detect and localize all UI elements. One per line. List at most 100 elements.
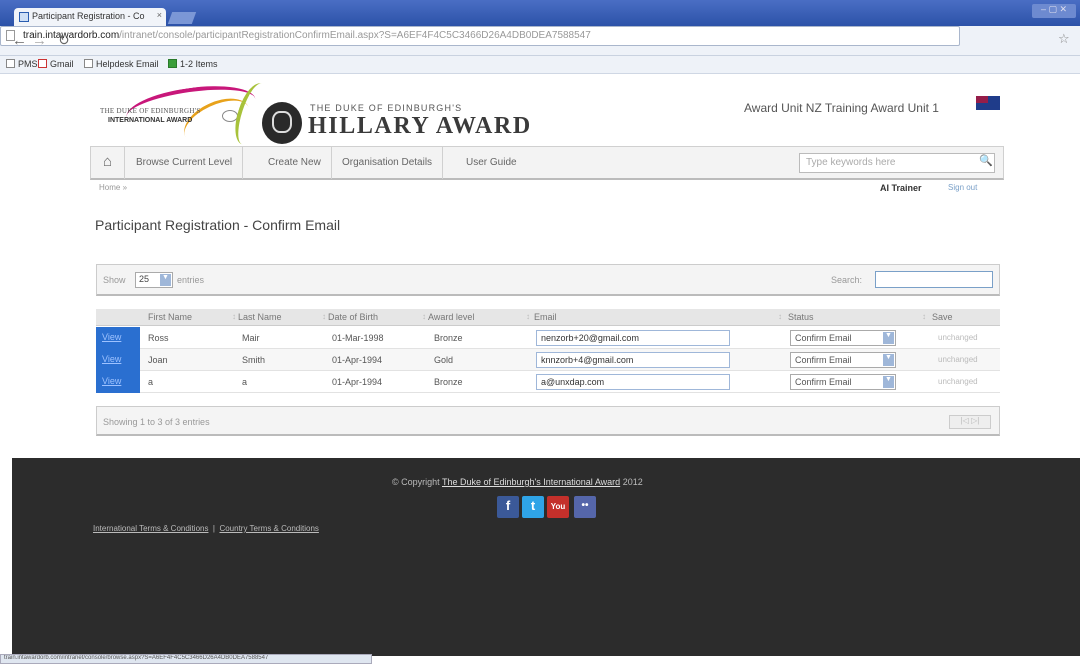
cell-award-level: Bronze [434,333,463,343]
status-select[interactable]: Confirm Email ▼ [790,330,896,346]
legal-separator: | [212,524,215,533]
logo-text-line2: INTERNATIONAL AWARD [108,117,193,124]
browser-tab[interactable]: Participant Registration - Co × [14,8,166,26]
column-header-last-name[interactable]: ↕ Last Name [230,309,320,326]
cell-first-name: Ross [148,333,169,343]
facebook-icon[interactable]: f [497,496,519,518]
gmail-icon [38,59,47,68]
bookmark-icon [6,59,15,68]
save-state: unchanged [938,377,978,386]
save-state: unchanged [938,333,978,342]
view-button[interactable]: View [96,371,140,393]
page-size-value: 25 [139,274,150,284]
forward-arrow-icon[interactable]: → [32,32,47,49]
flickr-icon[interactable]: •• [574,496,596,518]
green-app-icon [168,59,177,68]
hillary-award-subtitle: THE DUKE OF EDINBURGH'S [310,103,463,113]
status-select[interactable]: Confirm Email ▼ [790,374,896,390]
nav-organisation-details[interactable]: Organisation Details [332,147,444,179]
column-header-first-name[interactable]: First Name [140,309,230,326]
cell-last-name: Smith [242,355,266,365]
copyright-prefix: © Copyright [392,477,440,487]
award-unit-label: Award Unit NZ Training Award Unit 1 [744,101,939,115]
page-icon [6,30,15,41]
breadcrumb[interactable]: Home » [99,183,127,192]
cell-first-name: a [148,377,154,387]
reload-icon[interactable]: ↻ [58,32,70,49]
browser-status-bar: train.intawardorb.com/intranet/console/b… [0,654,372,664]
table-row: View Joan Smith 01-Apr-1994 Gold knnzorb… [96,349,1000,371]
international-award-logo[interactable]: THE DUKE OF EDINBURGH'S INTERNATIONAL AW… [96,79,259,155]
showing-entries-info: Showing 1 to 3 of 3 entries [103,417,210,427]
new-tab-button[interactable] [167,12,197,24]
entries-label: entries [177,275,205,285]
column-header-email[interactable]: ↕ Email [524,309,776,326]
search-icon[interactable]: 🔍 [979,154,993,167]
sign-out-link[interactable]: Sign out [948,183,977,192]
international-terms-link[interactable]: International Terms & Conditions [93,524,208,533]
url-path: /intranet/console/participantRegistratio… [119,30,591,41]
window-controls[interactable]: – ▢ ✕ [1032,4,1076,18]
cell-award-level: Bronze [434,377,463,387]
nz-flag-icon [976,96,1000,110]
user-name: AI Trainer [880,183,922,193]
site-footer [12,458,1080,656]
view-button[interactable]: View [96,349,140,371]
hillary-award-seal-icon [262,102,302,144]
country-terms-link[interactable]: Country Terms & Conditions [219,524,318,533]
youtube-icon[interactable]: You [547,496,569,518]
table-row: View a a 01-Apr-1994 Bronze a@unxdap.com… [96,371,1000,393]
copyright-text: © Copyright The Duke of Edinburgh's Inte… [392,477,643,487]
bookmark-pms[interactable]: PMS [6,59,38,69]
page-size-select[interactable]: 25 ▼ [135,272,173,288]
table-search-input[interactable] [875,271,993,288]
column-header-status[interactable]: ↕ Status [776,309,912,326]
chevron-down-icon: ▼ [883,376,894,388]
twitter-icon[interactable]: t [522,496,544,518]
sort-icon: ↕ [422,312,426,321]
column-header-save[interactable]: ↕ Save [912,309,1000,326]
logo-text-line1: THE DUKE OF EDINBURGH'S [100,107,201,115]
nav-create-new[interactable]: Create New [258,147,332,179]
address-bar[interactable]: train.intawardorb.com/intranet/console/p… [0,26,960,46]
hillary-award-title: HILLARY AWARD [308,113,532,139]
pagination-controls[interactable]: |◁ ▷| [949,415,991,429]
email-field[interactable]: knnzorb+4@gmail.com [536,352,730,368]
nav-user-guide[interactable]: User Guide [456,147,527,179]
table-row: View Ross Mair 01-Mar-1998 Bronze nenzor… [96,327,1000,349]
copyright-link[interactable]: The Duke of Edinburgh's International Aw… [442,477,620,487]
page-icon [84,59,93,68]
cell-last-name: Mair [242,333,260,343]
table-search-label: Search: [831,275,863,285]
page-favicon-icon [19,12,29,22]
legal-links: International Terms & Conditions | Count… [93,524,319,533]
cell-dob: 01-Apr-1994 [332,355,383,365]
keyword-search-input[interactable]: Type keywords here [799,153,995,173]
bookmark-items[interactable]: 1-2 Items [168,59,218,69]
cell-dob: 01-Apr-1994 [332,377,383,387]
nav-browse-current-level[interactable]: Browse Current Level [126,147,244,179]
sort-icon: ↕ [778,312,782,321]
email-field[interactable]: nenzorb+20@gmail.com [536,330,730,346]
copyright-year: 2012 [622,477,643,487]
chevron-down-icon: ▼ [883,332,894,344]
table-header-view [96,309,140,326]
tab-title: Participant Registration - Co [32,11,145,21]
column-header-award-level[interactable]: ↕ Award level [420,309,524,326]
email-field[interactable]: a@unxdap.com [536,374,730,390]
tab-close-icon[interactable]: × [157,10,162,20]
bookmark-gmail[interactable]: Gmail [38,59,74,69]
bookmark-star-icon[interactable]: ☆ [1058,31,1070,47]
home-icon[interactable]: ⌂ [91,147,125,179]
chevron-down-icon: ▼ [883,354,894,366]
bookmarks-bar: PMS Gmail Helpdesk Email 1-2 Items [0,56,1080,74]
status-select[interactable]: Confirm Email ▼ [790,352,896,368]
column-header-dob[interactable]: ↕ Date of Birth [320,309,420,326]
view-button[interactable]: View [96,327,140,349]
table-controls: Show 25 ▼ entries Search: [96,264,1000,296]
show-label: Show [103,275,126,285]
bookmark-helpdesk[interactable]: Helpdesk Email [84,59,159,69]
main-nav: ⌂ Browse Current Level Create New Organi… [90,146,1004,180]
sort-icon: ↕ [922,312,926,321]
cell-dob: 01-Mar-1998 [332,333,384,343]
